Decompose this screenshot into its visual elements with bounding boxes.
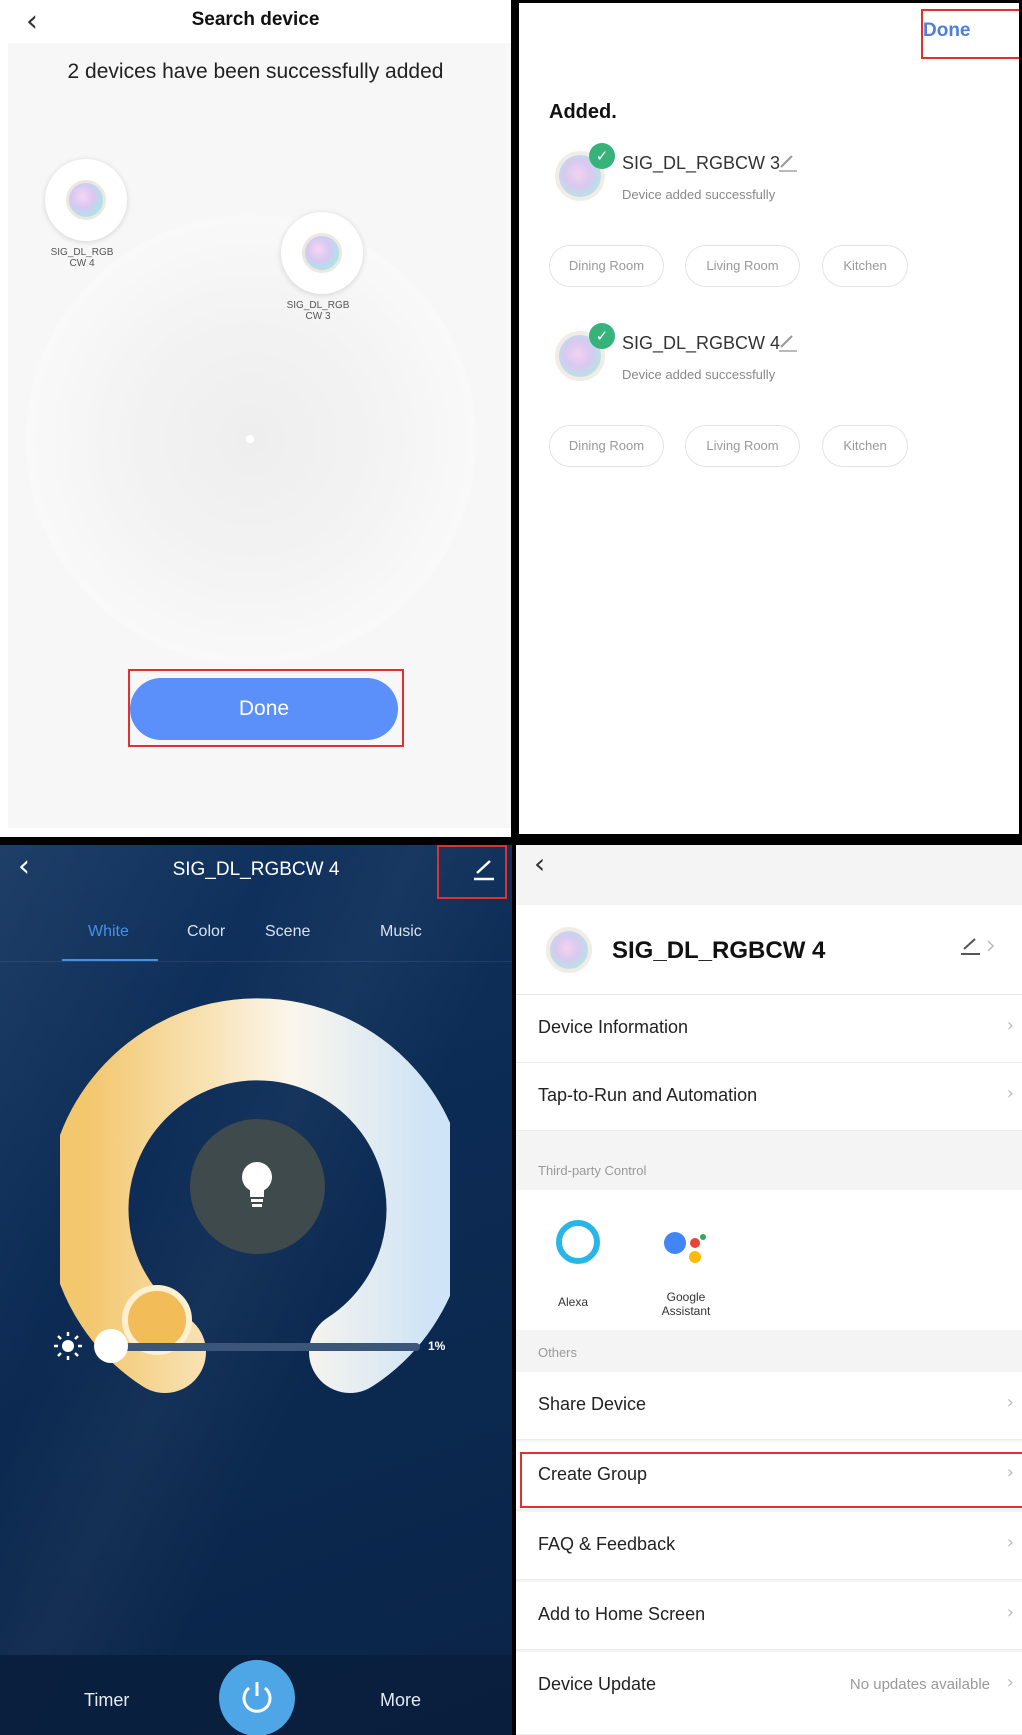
share-device-row[interactable]: Share Device › xyxy=(516,1372,1022,1440)
brightness-value: 1% xyxy=(428,1339,446,1353)
tab-white[interactable]: White xyxy=(88,923,129,941)
room-chip[interactable]: Living Room xyxy=(685,425,800,467)
update-status: No updates available xyxy=(849,1676,990,1693)
light-control-screen: ‹ SIG_DL_RGBCW 4 White Color Scene Music xyxy=(0,845,512,1735)
edit-pencil-icon[interactable] xyxy=(958,935,998,957)
brightness-sun-icon xyxy=(54,1332,82,1360)
search-device-screen: ‹ Search device 2 devices have been succ… xyxy=(0,0,511,837)
added-device-item: ✓ SIG_DL_RGBCW 4 Device added successful… xyxy=(555,323,1015,395)
chevron-right-icon: › xyxy=(1006,1015,1014,1036)
brightness-slider-thumb[interactable] xyxy=(94,1329,128,1363)
device-settings-screen: ‹ SIG_DL_RGBCW 4 Device Information › Tap… xyxy=(516,845,1022,1735)
highlight-box xyxy=(921,9,1019,59)
edit-pencil-icon[interactable] xyxy=(777,331,799,358)
radar-circle xyxy=(26,215,476,665)
google-assistant-icon[interactable] xyxy=(651,1215,721,1285)
device-name: SIG_DL_RGBCW 3 xyxy=(622,153,781,173)
page-title: Search device xyxy=(191,9,320,30)
faq-feedback-row[interactable]: FAQ & Feedback › xyxy=(516,1512,1022,1580)
brightness-slider-track[interactable] xyxy=(100,1343,420,1351)
device-name: SIG_DL_RGBCW 4 xyxy=(612,937,826,964)
third-party-control: Alexa Google Assistant xyxy=(516,1190,1022,1330)
back-chevron-icon[interactable]: ‹ xyxy=(534,847,545,880)
room-chip[interactable]: Kitchen xyxy=(822,245,908,287)
found-device[interactable]: SIG_DL_RGB CW 3 xyxy=(277,212,366,322)
chevron-right-icon: › xyxy=(1006,1672,1014,1693)
alexa-icon[interactable] xyxy=(556,1220,600,1264)
check-icon: ✓ xyxy=(589,323,615,349)
device-label: SIG_DL_RGB CW 4 xyxy=(50,247,114,269)
tap-to-run-row[interactable]: Tap-to-Run and Automation › xyxy=(516,1063,1022,1131)
tab-scene[interactable]: Scene xyxy=(265,923,310,941)
lamp-toggle-button[interactable] xyxy=(190,1119,325,1254)
highlight-box xyxy=(520,1452,1022,1508)
more-button[interactable]: More xyxy=(380,1690,421,1711)
added-devices-screen: Done Added. ✓ SIG_DL_RGBCW 3 Device adde… xyxy=(516,0,1022,837)
timer-button[interactable]: Timer xyxy=(84,1690,129,1711)
chevron-right-icon: › xyxy=(1006,1083,1014,1104)
header: ‹ Search device xyxy=(0,0,511,40)
check-icon: ✓ xyxy=(589,143,615,169)
room-chip[interactable]: Dining Room xyxy=(549,425,664,467)
section-label: Third-party Control xyxy=(538,1163,647,1178)
add-to-home-screen-row[interactable]: Add to Home Screen › xyxy=(516,1582,1022,1650)
edit-pencil-icon[interactable] xyxy=(470,857,496,883)
bulb-icon xyxy=(44,159,127,241)
chevron-right-icon: › xyxy=(1006,1532,1014,1553)
tab-music[interactable]: Music xyxy=(380,923,422,941)
bulb-icon xyxy=(280,212,363,294)
device-label: SIG_DL_RGB CW 3 xyxy=(286,300,350,322)
mode-tabs: White Color Scene Music xyxy=(0,923,512,963)
edit-pencil-icon[interactable] xyxy=(777,151,799,178)
room-chip[interactable]: Living Room xyxy=(685,245,800,287)
device-status: Device added successfully xyxy=(622,187,776,202)
device-name: SIG_DL_RGBCW 4 xyxy=(622,333,781,353)
google-assistant-label: Google Assistant xyxy=(661,1290,711,1318)
lightbulb-icon xyxy=(242,1162,272,1207)
success-message: 2 devices have been successfully added xyxy=(67,60,444,83)
power-button[interactable] xyxy=(219,1660,295,1735)
added-device-item: ✓ SIG_DL_RGBCW 3 Device added successful… xyxy=(555,143,1015,215)
device-information-row[interactable]: Device Information › xyxy=(516,995,1022,1063)
chevron-right-icon: › xyxy=(1006,1602,1014,1623)
device-status: Device added successfully xyxy=(622,367,776,382)
room-chip[interactable]: Dining Room xyxy=(549,245,664,287)
page-title: SIG_DL_RGBCW 4 xyxy=(172,859,340,880)
radar-center-dot xyxy=(246,435,254,443)
device-header: SIG_DL_RGBCW 4 xyxy=(516,905,1022,995)
header: ‹ SIG_DL_RGBCW 4 xyxy=(0,845,512,905)
room-chip[interactable]: Kitchen xyxy=(822,425,908,467)
tab-color[interactable]: Color xyxy=(187,923,225,941)
alexa-label: Alexa xyxy=(558,1295,589,1309)
power-icon xyxy=(242,1682,272,1713)
bulb-icon xyxy=(546,927,592,973)
device-update-row[interactable]: Device Update No updates available › xyxy=(516,1652,1022,1735)
chevron-right-icon: › xyxy=(1006,1392,1014,1413)
found-device[interactable]: SIG_DL_RGB CW 4 xyxy=(41,159,130,269)
section-label: Others xyxy=(538,1345,578,1360)
section-heading: Added. xyxy=(549,101,617,123)
highlight-box xyxy=(128,669,404,747)
